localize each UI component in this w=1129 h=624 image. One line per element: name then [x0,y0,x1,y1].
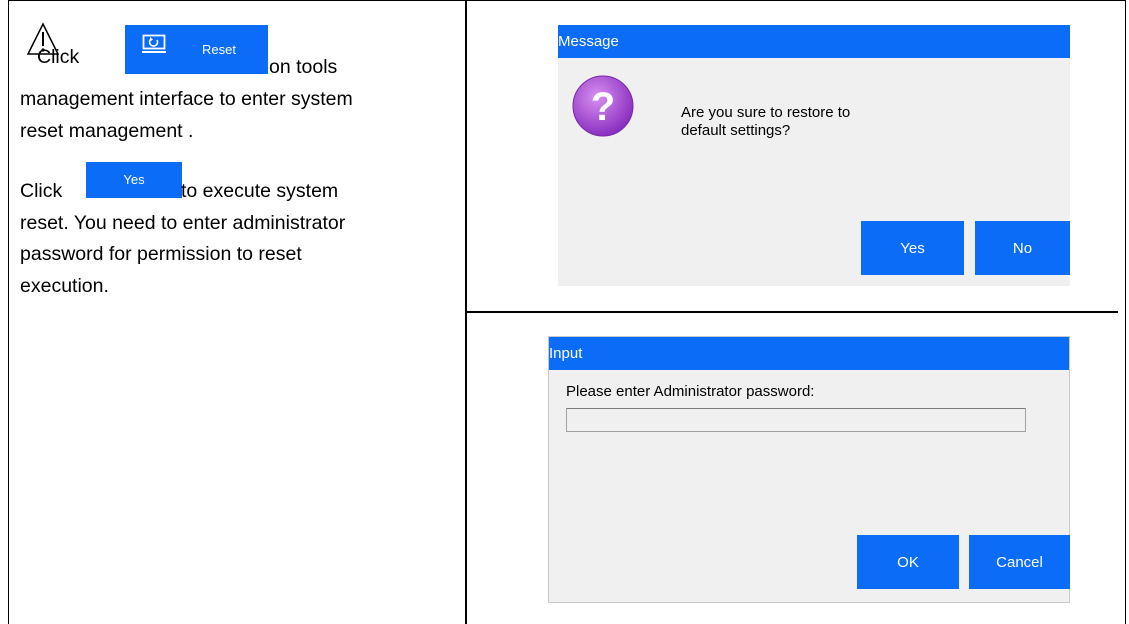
yes-button-illustration: Yes [86,162,182,198]
step2-line3: password for permission to reset [20,243,302,265]
step2-prefix: Click [20,180,63,202]
password-prompt: Please enter Administrator password: [566,383,815,400]
question-icon: ? [572,75,634,137]
cancel-button[interactable]: Cancel [969,535,1070,589]
dialog-title: Message [558,25,1070,58]
input-dialog: Input Please enter Administrator passwor… [548,336,1070,603]
message-line2: default settings? [681,122,791,139]
dialog-title: Input [549,337,1069,370]
reset-button-label: Reset [202,42,236,57]
svg-text:?: ? [591,85,615,129]
step2-suffix: to execute system [181,180,339,202]
ok-button[interactable]: OK [857,535,959,589]
reset-button-illustration: Reset [125,25,268,74]
yes-button[interactable]: Yes [861,221,964,275]
step1-prefix: Click [37,46,80,68]
message-line1: Are you sure to restore to [681,104,851,121]
step2-line4: execution. [20,275,109,297]
password-input[interactable] [566,408,1026,432]
table-row-divider [465,311,1118,313]
step2-line2: reset. You need to enter administrator [20,212,346,234]
reset-icon [142,34,166,53]
no-button[interactable]: No [975,221,1070,275]
step1-suffix: on tools [269,56,338,78]
message-dialog: Message ? Are you sure to restore to def… [558,25,1070,286]
message-text: Are you sure to restore to default setti… [681,104,850,140]
step1-line3: reset management . [20,120,194,142]
yes-illustration-label: Yes [123,172,145,187]
step1-line2: management interface to enter system [20,88,353,110]
